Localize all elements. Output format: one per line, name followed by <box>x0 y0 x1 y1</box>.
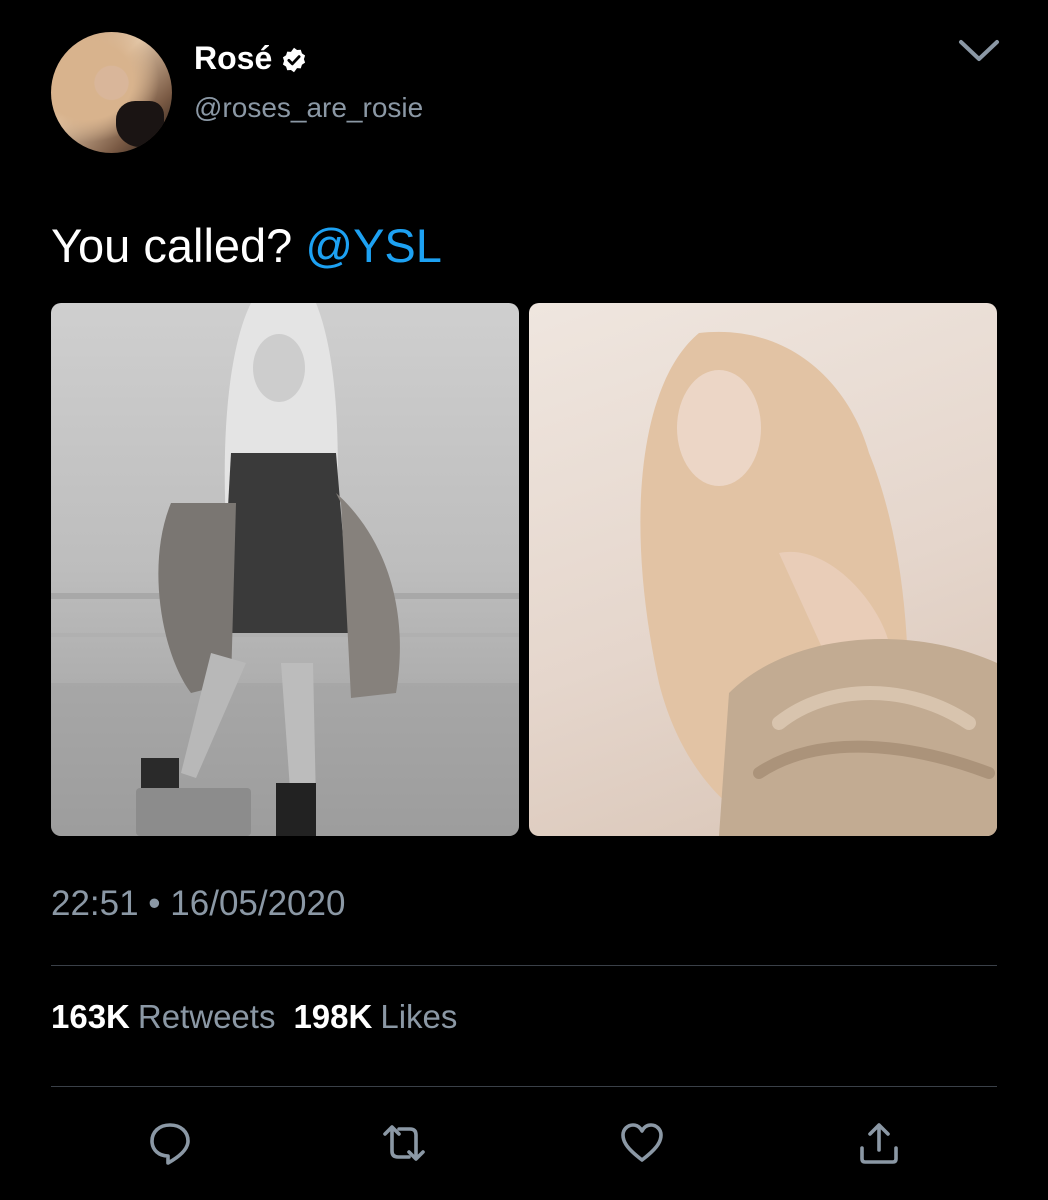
photo-warm-illustration <box>640 331 997 836</box>
mention-link[interactable]: @YSL <box>305 219 442 272</box>
likes-label: Likes <box>380 998 458 1035</box>
author-display-name[interactable]: Rosé <box>194 40 272 77</box>
divider <box>51 1086 997 1087</box>
tweet-text: You called? @YSL <box>51 218 442 273</box>
retweet-icon[interactable] <box>381 1120 427 1166</box>
tweet-photo-left[interactable] <box>51 303 519 836</box>
avatar[interactable] <box>51 32 172 153</box>
tweet-timestamp[interactable]: 22:51 • 16/05/2020 <box>51 884 345 924</box>
avatar-detail <box>116 101 164 147</box>
tweet-photo-right[interactable] <box>529 303 997 836</box>
verified-badge-icon <box>280 45 308 73</box>
share-icon[interactable] <box>856 1120 902 1166</box>
author-display-name-row[interactable]: Rosé <box>194 40 308 77</box>
divider <box>51 965 997 966</box>
tweet-body: You called? <box>51 219 306 272</box>
likes-count: 198K <box>293 998 373 1035</box>
chevron-down-icon[interactable] <box>958 38 1000 64</box>
heart-icon[interactable] <box>619 1120 665 1166</box>
likes-stat[interactable]: 198K Likes <box>293 998 457 1035</box>
author-handle[interactable]: @roses_are_rosie <box>194 92 423 124</box>
retweets-label: Retweets <box>137 998 276 1035</box>
reply-icon[interactable] <box>147 1120 193 1166</box>
retweets-stat[interactable]: 163K Retweets <box>51 998 275 1035</box>
retweets-count: 163K <box>51 998 130 1035</box>
tweet-stats: 163K Retweets 198K Likes <box>51 998 457 1036</box>
photo-grayscale-illustration <box>51 303 519 836</box>
